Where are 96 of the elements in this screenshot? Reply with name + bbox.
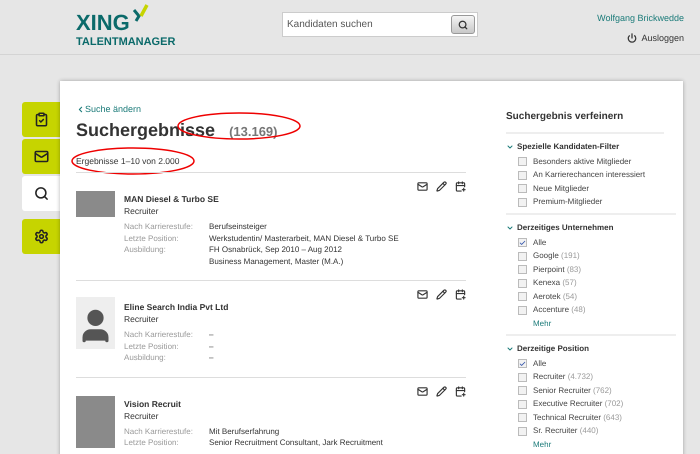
filter-option: Besonders aktive Mitglieder <box>533 156 632 168</box>
pencil-icon[interactable] <box>436 181 447 192</box>
search-icon <box>458 20 468 30</box>
company-name: Eline Search India Pvt Ltd <box>124 301 228 314</box>
search-input[interactable]: Kandidaten suchen <box>287 17 451 32</box>
search-button[interactable] <box>451 15 475 34</box>
filter-option: Senior Recruiter (762) <box>533 384 612 397</box>
mail-icon <box>34 149 48 164</box>
mail-icon[interactable] <box>417 181 428 192</box>
detail-label: Letzte Position: <box>124 437 180 449</box>
side-tab[interactable] <box>22 219 60 254</box>
photo-placeholder <box>76 191 115 218</box>
role-text: Recruiter <box>124 410 160 422</box>
user-name-link[interactable]: Wolfgang Brickwedde <box>597 12 684 26</box>
detail-label: Ausbildung: <box>124 352 167 364</box>
detail-value: Mit Berufserfahrung <box>209 426 280 438</box>
company-name: Vision Recruit <box>124 398 182 410</box>
checkbox[interactable] <box>518 157 527 166</box>
detail-label: Nach Karrierestufe: <box>124 221 194 233</box>
side-tab[interactable] <box>22 139 60 174</box>
detail-label: Letzte Position: <box>124 232 180 244</box>
avatar-silhouette <box>76 297 115 350</box>
clipboard-icon <box>34 112 48 127</box>
checkbox[interactable] <box>518 198 527 207</box>
filter-option: Alle <box>533 236 546 249</box>
detail-value: – <box>209 340 214 352</box>
filter-option: Alle <box>533 358 546 370</box>
back-link[interactable]: Suche ändern <box>76 103 142 116</box>
photo-placeholder <box>76 396 115 448</box>
checkbox[interactable] <box>518 170 527 180</box>
detail-value: FH Osnabrück, Sep 2010 – Aug 2012 <box>209 244 343 256</box>
checkbox[interactable] <box>518 238 527 248</box>
role-text: Recruiter <box>124 313 160 326</box>
checkbox[interactable] <box>518 359 527 368</box>
filter-option: Executive Recruiter (702) <box>533 398 624 410</box>
side-tab[interactable] <box>22 176 60 211</box>
filter-option: Premium-Mitglieder <box>533 196 602 208</box>
filter-option: Pierpoint (83) <box>533 264 582 276</box>
settings-icon <box>34 229 48 244</box>
calendar-add-icon[interactable] <box>455 386 466 397</box>
detail-label: Nach Karrierestufe: <box>124 426 194 438</box>
filter-title: Suchergebnis verfeinern <box>506 109 664 134</box>
role-text: Recruiter <box>124 205 160 218</box>
result-total: (13.169) <box>229 122 278 141</box>
logo[interactable]: XING TALENTMANAGER <box>76 4 176 48</box>
checkbox[interactable] <box>518 184 527 194</box>
filter-option: Accenture (48) <box>533 304 586 316</box>
search-icon <box>34 186 48 201</box>
more-link[interactable]: Mehr <box>533 318 552 330</box>
logo-subtitle: TALENTMANAGER <box>76 36 176 48</box>
search-field[interactable]: Kandidaten suchen <box>282 12 478 37</box>
pencil-icon[interactable] <box>436 289 447 300</box>
logo-word: XING <box>76 10 130 36</box>
filter-group-header[interactable]: Derzeitige Position <box>506 343 590 355</box>
filter-option: Technical Recruiter (643) <box>533 412 622 424</box>
logo-mark-icon <box>132 4 150 24</box>
checkbox[interactable] <box>518 400 527 409</box>
detail-value: – <box>209 352 214 364</box>
logout-link[interactable]: Ausloggen <box>627 32 684 45</box>
filter-option: Google (191) <box>533 250 580 262</box>
filter-option: Recruiter (4.732) <box>533 371 594 384</box>
checkbox[interactable] <box>518 306 527 315</box>
filter-option: An Karrierechancen interessiert <box>533 169 646 182</box>
detail-value: Werkstudentin/ Masterarbeit, MAN Diesel & Turbo SE <box>209 232 399 244</box>
company-name: MAN Diesel & Turbo SE <box>124 193 220 206</box>
detail-label: Nach Karrierestufe: <box>124 329 194 341</box>
detail-value: – <box>209 329 214 341</box>
checkbox[interactable] <box>518 292 527 302</box>
detail-value: Berufseinsteiger <box>209 221 267 233</box>
checkbox[interactable] <box>518 252 527 261</box>
pencil-icon[interactable] <box>436 386 447 397</box>
filter-group-header[interactable]: Spezielle Kandidaten-Filter <box>506 141 620 153</box>
side-tab[interactable] <box>22 102 60 137</box>
detail-label: Letzte Position: <box>124 340 180 352</box>
chevron-left-icon <box>76 105 85 114</box>
calendar-add-icon[interactable] <box>455 181 466 192</box>
calendar-add-icon[interactable] <box>455 289 466 300</box>
result-range: Ergebnisse 1–10 von 2.000 <box>76 154 180 168</box>
checkbox[interactable] <box>518 413 527 422</box>
filter-option: Neue Mitglieder <box>533 182 590 195</box>
checkbox[interactable] <box>518 278 527 288</box>
mail-icon[interactable] <box>417 289 428 300</box>
filter-group-header[interactable]: Derzeitiges Unternehmen <box>506 222 614 234</box>
power-icon <box>627 33 638 44</box>
filter-option: Aerotek (54) <box>533 290 578 303</box>
checkbox[interactable] <box>518 372 527 382</box>
more-link[interactable]: Mehr <box>533 439 552 451</box>
checkbox[interactable] <box>518 265 527 274</box>
checkbox[interactable] <box>518 426 527 436</box>
detail-label: Ausbildung: <box>124 244 167 256</box>
detail-value: Business Management, Master (M.A.) <box>209 256 344 268</box>
detail-value: Senior Recruitment Consultant, Jark Recruitment <box>209 437 383 449</box>
filter-option: Sr. Recruiter (440) <box>533 425 598 438</box>
mail-icon[interactable] <box>417 386 428 397</box>
checkbox[interactable] <box>518 386 527 396</box>
filter-option: Kenexa (57) <box>533 277 577 290</box>
